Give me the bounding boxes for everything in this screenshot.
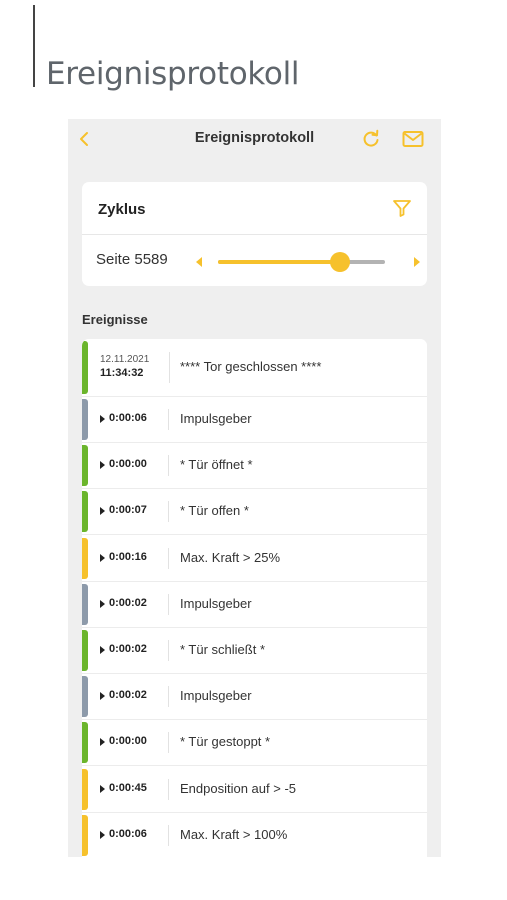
- events-section-title: Ereignisse: [82, 312, 148, 327]
- event-duration: 0:00:02: [109, 689, 147, 702]
- app-screen: Ereignisprotokoll Zyklus Seite 5589 Erei…: [68, 119, 441, 857]
- event-description: Impulsgeber: [180, 595, 252, 611]
- expand-triangle-icon[interactable]: [100, 784, 105, 793]
- status-bar: [82, 814, 88, 856]
- status-bar: [82, 583, 88, 625]
- event-row[interactable]: 0:00:16 Max. Kraft > 25%: [82, 535, 427, 582]
- event-date: 12.11.2021: [100, 354, 150, 365]
- status-bar: [82, 491, 88, 533]
- divider: [169, 352, 170, 383]
- event-row[interactable]: 0:00:07 * Tür offen *: [82, 489, 427, 536]
- status-bar: [82, 399, 88, 440]
- event-header-row[interactable]: 12.11.2021 11:34:32 **** Tor geschlossen…: [82, 339, 427, 397]
- divider: [168, 593, 169, 615]
- event-row[interactable]: 0:00:02 Impulsgeber: [82, 581, 427, 628]
- filter-icon[interactable]: [392, 198, 412, 218]
- slider-next-icon[interactable]: [413, 257, 421, 267]
- status-bar: [82, 341, 88, 394]
- expand-triangle-icon[interactable]: [100, 646, 105, 654]
- expand-triangle-icon[interactable]: [100, 738, 105, 747]
- expand-triangle-icon[interactable]: [100, 461, 105, 470]
- slider-thumb[interactable]: [329, 252, 350, 272]
- event-row[interactable]: 0:00:06 Impulsgeber: [82, 397, 427, 443]
- cycle-label: Zyklus: [98, 201, 146, 218]
- divider: [168, 732, 169, 754]
- status-bar: [82, 630, 88, 671]
- event-duration: 0:00:00: [109, 735, 147, 748]
- mail-icon[interactable]: [402, 130, 424, 148]
- status-bar: [82, 768, 88, 810]
- event-duration: 0:00:00: [109, 458, 147, 471]
- page-row: Seite 5589: [82, 235, 427, 286]
- cycle-row: Zyklus: [82, 182, 427, 235]
- event-row[interactable]: 0:00:02 Impulsgeber: [82, 674, 427, 721]
- event-row[interactable]: 0:00:00 * Tür öffnet *: [82, 443, 427, 490]
- slider-prev-icon[interactable]: [195, 257, 203, 267]
- event-description: Max. Kraft > 25%: [180, 549, 281, 565]
- expand-triangle-icon[interactable]: [100, 599, 105, 608]
- status-bar: [82, 537, 88, 579]
- event-description: * Tür schließt *: [180, 642, 266, 657]
- status-bar: [82, 445, 88, 487]
- page-heading-rule: [33, 5, 35, 87]
- page-slider[interactable]: [218, 252, 385, 272]
- divider: [168, 778, 169, 800]
- expand-triangle-icon[interactable]: [100, 553, 105, 562]
- event-description: Endposition auf > -5: [180, 780, 296, 796]
- event-description: * Tür öffnet *: [180, 457, 253, 473]
- status-bar: [82, 722, 88, 764]
- expand-triangle-icon[interactable]: [100, 830, 105, 839]
- divider: [168, 455, 169, 477]
- expand-triangle-icon[interactable]: [100, 692, 105, 701]
- event-description: Max. Kraft > 100%: [180, 826, 288, 842]
- event-clock-time: 11:34:32: [100, 367, 144, 379]
- status-bar: [82, 676, 88, 718]
- divider: [168, 501, 169, 523]
- divider: [168, 640, 169, 661]
- slider-fill: [218, 260, 340, 264]
- event-description: **** Tor geschlossen ****: [180, 359, 322, 374]
- event-duration: 0:00:07: [109, 504, 147, 517]
- divider: [168, 547, 169, 569]
- event-row[interactable]: 0:00:02 * Tür schließt *: [82, 628, 427, 674]
- event-duration: 0:00:45: [109, 781, 147, 794]
- event-duration: 0:00:06: [109, 827, 147, 840]
- event-duration: 0:00:02: [109, 643, 147, 655]
- event-row[interactable]: 0:00:00 * Tür gestoppt *: [82, 720, 427, 767]
- nav-title: Ereignisprotokoll: [194, 130, 315, 146]
- divider: [168, 409, 169, 430]
- event-description: Impulsgeber: [180, 411, 252, 426]
- nav-bar: Ereignisprotokoll: [68, 119, 441, 159]
- event-row[interactable]: 0:00:45 Endposition auf > -5: [82, 766, 427, 813]
- event-duration: 0:00:06: [109, 412, 147, 424]
- event-duration: 0:00:02: [109, 596, 147, 609]
- page-heading: Ereignisprotokoll: [46, 56, 300, 92]
- event-description: * Tür offen *: [180, 503, 249, 519]
- expand-triangle-icon[interactable]: [100, 415, 105, 423]
- divider: [168, 824, 169, 846]
- page-label: Seite 5589: [96, 251, 168, 268]
- expand-triangle-icon[interactable]: [100, 507, 105, 516]
- event-duration: 0:00:16: [109, 550, 147, 563]
- event-description: Impulsgeber: [180, 688, 252, 704]
- refresh-icon[interactable]: [361, 129, 381, 149]
- event-description: * Tür gestoppt *: [180, 734, 271, 750]
- event-row[interactable]: 0:00:06 Max. Kraft > 100%: [82, 812, 427, 857]
- events-list: 12.11.2021 11:34:32 **** Tor geschlossen…: [82, 339, 427, 857]
- filter-card: Zyklus Seite 5589: [82, 182, 427, 286]
- divider: [168, 686, 169, 708]
